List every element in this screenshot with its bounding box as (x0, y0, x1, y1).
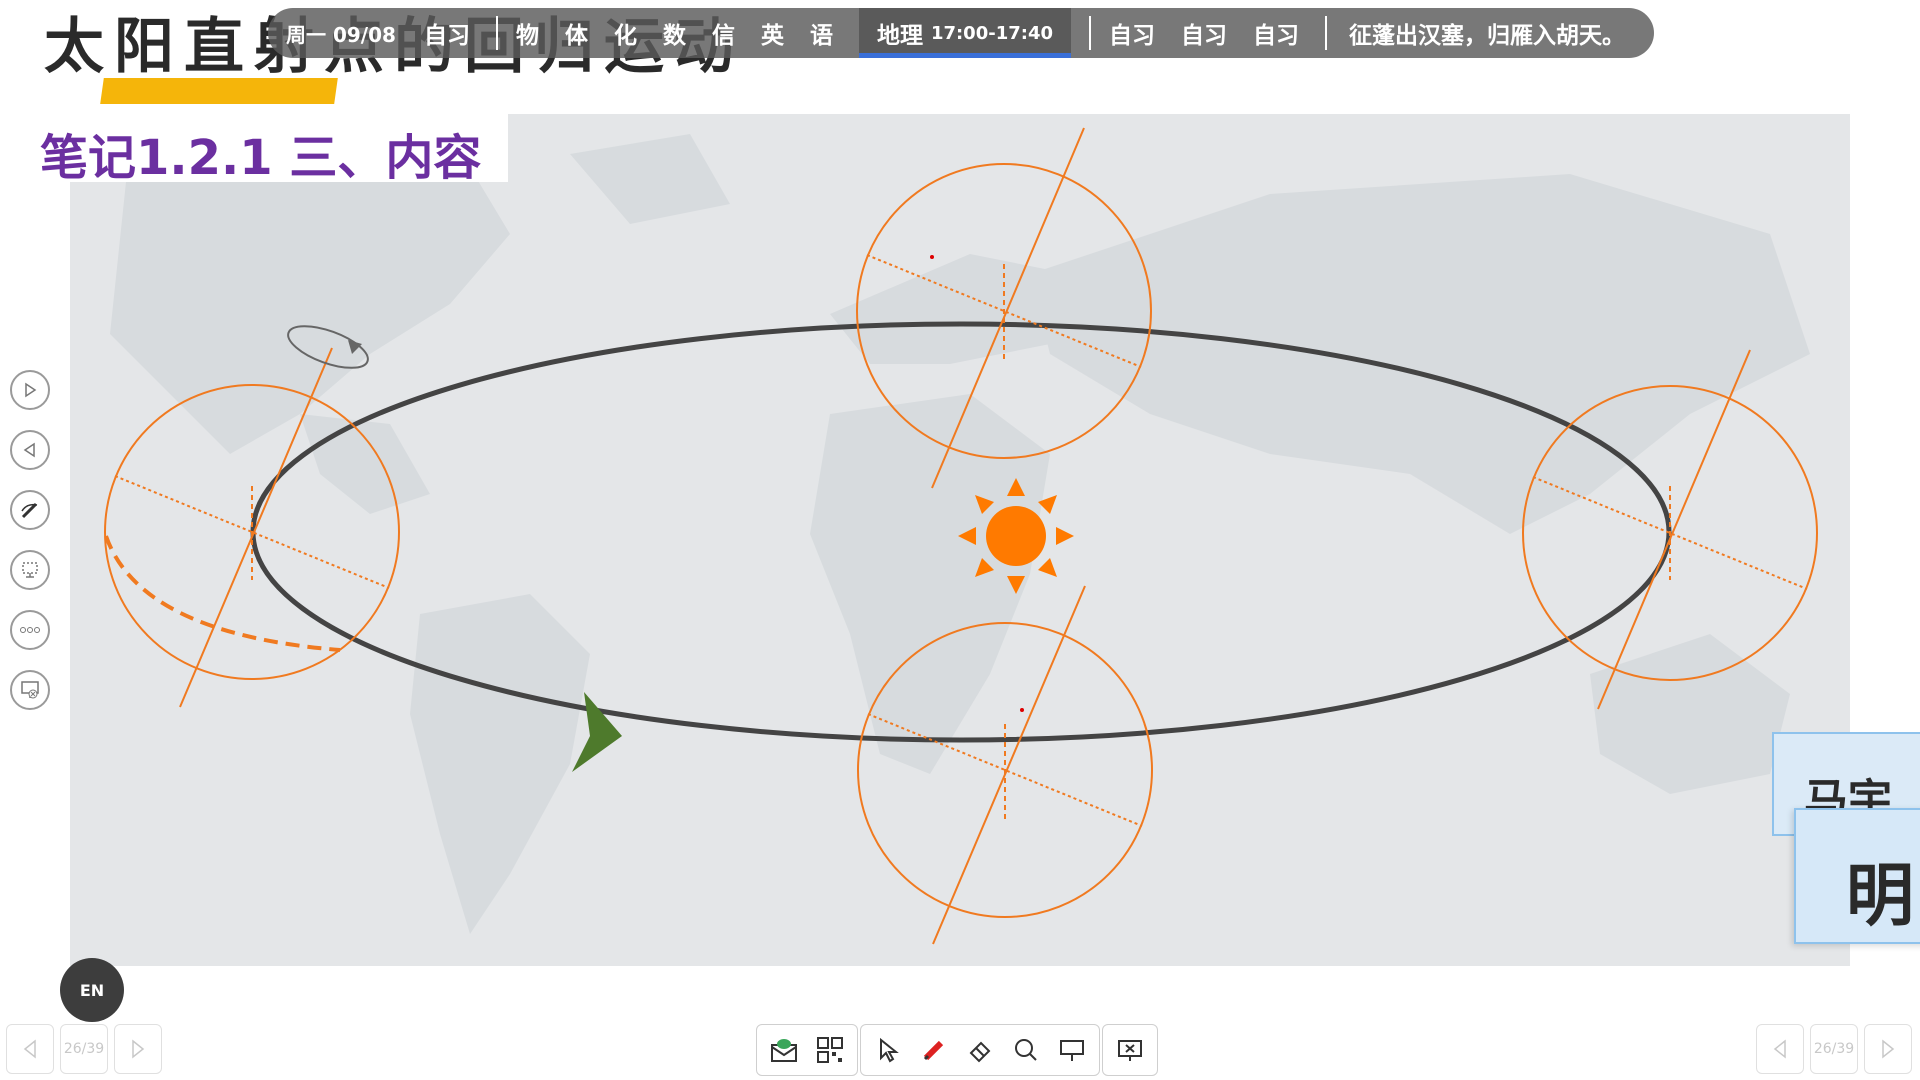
pen-button[interactable] (10, 490, 50, 530)
chevron-right-icon (132, 1039, 145, 1059)
earth-position-top (856, 127, 1152, 489)
solar-orbit-diagram (104, 127, 1818, 945)
previous-button[interactable] (10, 430, 50, 470)
close-presentation-button[interactable] (10, 670, 50, 710)
cursor-icon (880, 1037, 899, 1063)
next-page-button-right[interactable] (1864, 1024, 1912, 1074)
schedule-bar: 周一 09/08 自习 物 体 化 数 信 英 语 地理 17:00-17:40… (268, 8, 1654, 58)
sun-icon (958, 478, 1074, 594)
toolbar-group-share (756, 1024, 858, 1076)
prev-page-button-right[interactable] (1756, 1024, 1804, 1074)
orbit-direction-arrow (572, 692, 622, 772)
more-icon (20, 627, 40, 633)
toolbar-group-exit (1102, 1024, 1158, 1076)
page-indicator-text: 26/39 (63, 1041, 105, 1057)
mail-icon (771, 1039, 797, 1062)
exit-icon (1118, 1040, 1142, 1061)
schedule-separator (1325, 16, 1327, 50)
next-page-button[interactable] (114, 1024, 162, 1074)
pen-tool-button[interactable] (911, 1027, 957, 1073)
eraser-button[interactable] (957, 1027, 1003, 1073)
prev-page-button[interactable] (6, 1024, 54, 1074)
next-icon (25, 382, 37, 398)
page-indicator-text: 26/39 (1813, 1041, 1855, 1057)
schedule-subject: 体 (564, 23, 588, 49)
name-card-front[interactable]: 明 (1794, 808, 1920, 944)
more-button[interactable] (10, 610, 50, 650)
language-toggle-button[interactable]: EN (60, 958, 124, 1022)
magnifier-icon (1015, 1039, 1037, 1061)
cursor-button[interactable] (865, 1027, 911, 1073)
schedule-subject: 化 (613, 23, 637, 49)
rotation-arrow-icon (287, 325, 369, 369)
earth-position-bottom (857, 585, 1153, 945)
schedule-subject: 信 (711, 23, 735, 49)
chevron-left-icon (23, 1039, 36, 1059)
schedule-date: 周一 09/08 (286, 22, 396, 47)
magnifier-button[interactable] (1003, 1027, 1049, 1073)
pen-icon (923, 1040, 944, 1061)
screen-annotate-button[interactable] (10, 550, 50, 590)
previous-icon (23, 442, 35, 458)
schedule-item: 自习 (1181, 23, 1227, 49)
schedule-quote: 征蓬出汉塞，归雁入胡天。 (1349, 23, 1625, 49)
schedule-item: 自习 (423, 23, 470, 49)
screen-annotate-icon (22, 562, 38, 578)
qrcode-button[interactable] (807, 1027, 853, 1073)
schedule-subject: 数 (662, 23, 686, 49)
schedule-item: 自习 (1109, 23, 1155, 49)
schedule-subject: 英 (760, 23, 784, 49)
exit-button[interactable] (1107, 1027, 1153, 1073)
schedule-separator (495, 16, 498, 50)
chevron-left-icon (1773, 1039, 1786, 1059)
name-card-front-text: 明 (1846, 857, 1915, 936)
current-period: 地理 17:00-17:40 (858, 8, 1072, 58)
pen-icon (21, 502, 38, 519)
current-subject: 地理 (876, 23, 923, 49)
toolbar-group-tools (860, 1024, 1100, 1076)
whiteboard-icon (1060, 1040, 1084, 1061)
close-presentation-icon (21, 681, 39, 699)
mail-button[interactable] (761, 1027, 807, 1073)
eraser-icon (969, 1041, 991, 1063)
schedule-separator (1089, 16, 1091, 50)
chevron-right-icon (1882, 1039, 1895, 1059)
page-indicator-right: 26/39 (1810, 1024, 1858, 1074)
schedule-subject: 语 (809, 23, 833, 49)
schedule-item: 自习 (1253, 23, 1299, 49)
schedule-subject: 物 (515, 23, 539, 49)
subtitle-box: 笔记1.2.1 三、内容 (0, 112, 508, 186)
page-indicator: 26/39 (60, 1024, 108, 1074)
current-time: 17:00-17:40 (930, 22, 1053, 44)
whiteboard-button[interactable] (1049, 1027, 1095, 1073)
earth-orbit (250, 321, 1672, 743)
en-label: EN (79, 980, 105, 1000)
bottom-toolbar (756, 1024, 1160, 1076)
next-button[interactable] (10, 370, 50, 410)
qrcode-icon (817, 1037, 843, 1063)
slide-subtitle: 笔记1.2.1 三、内容 (40, 130, 482, 186)
